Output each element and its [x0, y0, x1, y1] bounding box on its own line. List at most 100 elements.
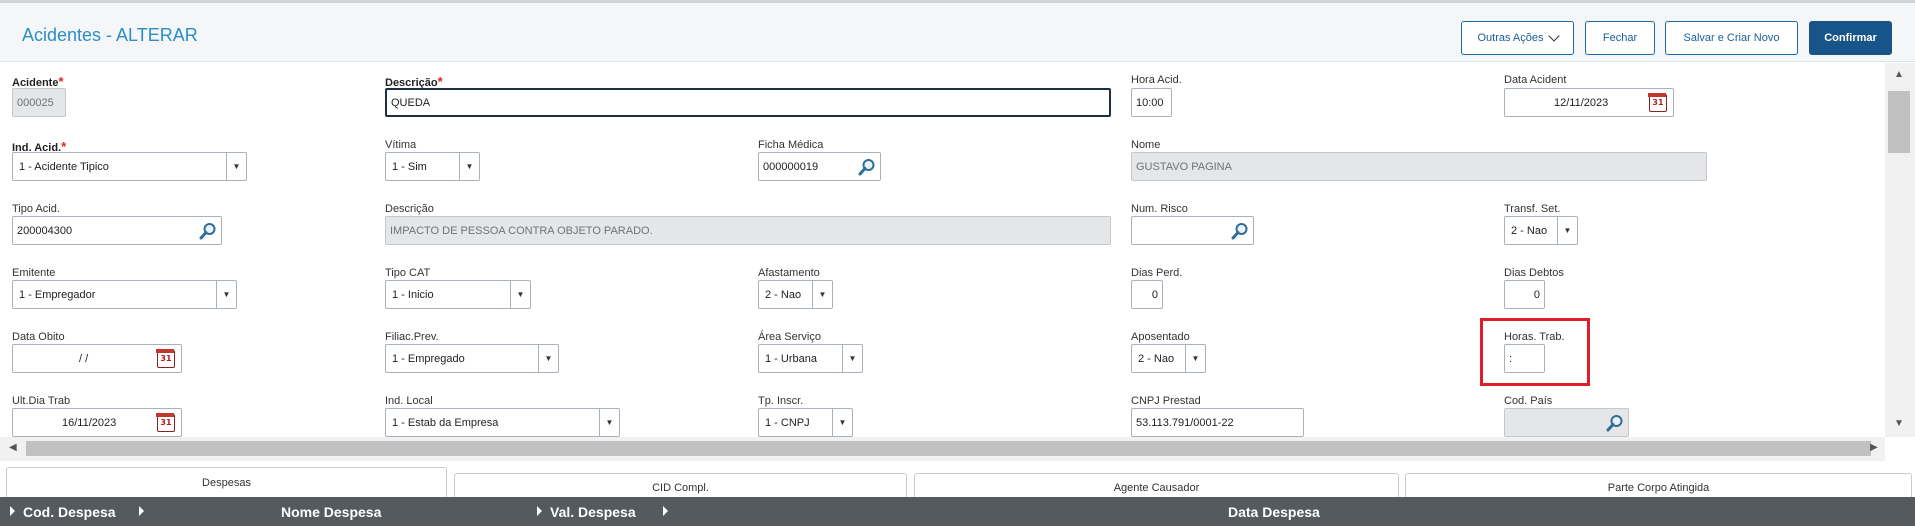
aposentado-value: 2 - Nao: [1138, 352, 1175, 365]
chevron-down-icon[interactable]: ▼: [1185, 345, 1205, 372]
nome-field[interactable]: GUSTAVO PAGINA: [1131, 152, 1707, 181]
search-icon[interactable]: [858, 158, 876, 176]
column-separator-icon: [663, 506, 668, 516]
transf-set-select[interactable]: 2 - Nao ▼: [1504, 216, 1578, 245]
filiac-prev-value: 1 - Empregado: [392, 352, 465, 365]
chevron-down-icon: [1547, 30, 1560, 42]
num-risco-field[interactable]: [1131, 216, 1254, 245]
area-servico-select[interactable]: 1 - Urbana ▼: [758, 344, 863, 373]
scroll-up-icon[interactable]: ▲: [1894, 69, 1904, 80]
transf-set-label: Transf. Set.: [1504, 203, 1561, 215]
dias-perd-field[interactable]: 0: [1131, 280, 1163, 309]
afastamento-value: 2 - Nao: [765, 288, 802, 301]
horizontal-scrollbar[interactable]: ◀ ▶: [0, 437, 1885, 461]
calendar-icon[interactable]: 31: [156, 413, 175, 432]
ult-dia-trab-label: Ult.Dia Trab: [12, 395, 71, 407]
aposentado-select[interactable]: 2 - Nao ▼: [1131, 344, 1206, 373]
area-servico-label: Área Serviço: [758, 331, 821, 343]
vitima-select[interactable]: 1 - Sim ▼: [385, 152, 480, 181]
acidente-label: Acidente*: [12, 74, 64, 89]
col-val-despesa[interactable]: Val. Despesa: [550, 497, 636, 526]
chevron-down-icon[interactable]: ▼: [832, 409, 852, 436]
calendar-icon[interactable]: 31: [156, 349, 175, 368]
grid-header: Cod. Despesa Nome Despesa Val. Despesa D…: [0, 497, 1915, 526]
search-icon[interactable]: [199, 222, 217, 240]
cod-pais-label: Cod. País: [1504, 395, 1553, 407]
transf-set-value: 2 - Nao: [1511, 224, 1548, 237]
chevron-down-icon[interactable]: ▼: [538, 345, 558, 372]
afastamento-label: Afastamento: [758, 267, 820, 279]
ind-acid-value: 1 - Acidente Tipico: [19, 160, 109, 173]
aposentado-label: Aposentado: [1131, 331, 1190, 343]
num-risco-label: Num. Risco: [1131, 203, 1188, 215]
ind-local-value: 1 - Estab da Empresa: [392, 416, 499, 429]
column-separator-icon: [139, 506, 144, 516]
other-actions-button[interactable]: Outras Ações: [1461, 21, 1574, 55]
other-actions-label: Outras Ações: [1477, 32, 1544, 44]
col-nome-despesa[interactable]: Nome Despesa: [281, 497, 381, 526]
chevron-down-icon[interactable]: ▼: [599, 409, 619, 436]
tp-inscr-value: 1 - CNPJ: [765, 416, 810, 429]
form-area: Acidente* 000025 Descrição* QUEDA Hora A…: [0, 63, 1885, 437]
dias-debtos-field[interactable]: 0: [1504, 280, 1545, 309]
tipo-acid-field[interactable]: 200004300: [12, 216, 222, 245]
ind-local-select[interactable]: 1 - Estab da Empresa ▼: [385, 408, 620, 437]
tipo-cat-select[interactable]: 1 - Inicio ▼: [385, 280, 531, 309]
tp-inscr-label: Tp. Inscr.: [758, 395, 804, 407]
tab-bar: Despesas CID Compl. Agente Causador Part…: [0, 461, 1915, 501]
chevron-down-icon[interactable]: ▼: [226, 153, 246, 180]
descricao2-label: Descrição: [385, 203, 434, 215]
ind-acid-select[interactable]: 1 - Acidente Tipico ▼: [12, 152, 247, 181]
scroll-down-icon[interactable]: ▼: [1894, 418, 1904, 429]
confirm-button[interactable]: Confirmar: [1809, 21, 1892, 55]
ficha-medica-field[interactable]: 000000019: [758, 152, 881, 181]
tipo-acid-label: Tipo Acid.: [12, 203, 60, 215]
emitente-label: Emitente: [12, 267, 56, 279]
scroll-right-icon[interactable]: ▶: [1870, 442, 1878, 453]
tp-inscr-select[interactable]: 1 - CNPJ ▼: [758, 408, 853, 437]
acidente-field[interactable]: 000025: [12, 88, 66, 117]
cnpj-prestad-label: CNPJ Prestad: [1131, 395, 1201, 407]
vitima-value: 1 - Sim: [392, 160, 427, 173]
cod-pais-field[interactable]: [1504, 408, 1629, 437]
close-button[interactable]: Fechar: [1585, 21, 1655, 55]
vertical-scrollbar[interactable]: ▲ ▼: [1885, 63, 1915, 437]
vitima-label: Vítima: [385, 139, 417, 151]
chevron-down-icon[interactable]: ▼: [1557, 217, 1577, 244]
chevron-down-icon[interactable]: ▼: [812, 281, 832, 308]
chevron-down-icon[interactable]: ▼: [459, 153, 479, 180]
dias-debtos-label: Dias Debtos: [1504, 267, 1564, 279]
search-icon[interactable]: [1606, 414, 1624, 432]
nome-label: Nome: [1131, 139, 1161, 151]
ult-dia-trab-field[interactable]: 16/11/2023 31: [12, 408, 182, 437]
tab-despesas[interactable]: Despesas: [6, 467, 447, 498]
vertical-scroll-thumb[interactable]: [1888, 91, 1910, 153]
page-header: Acidentes - ALTERAR Outras Ações Fechar …: [0, 3, 1915, 62]
highlight-box: [1480, 318, 1590, 386]
chevron-down-icon[interactable]: ▼: [216, 281, 236, 308]
emitente-select[interactable]: 1 - Empregador ▼: [12, 280, 237, 309]
hora-acid-field[interactable]: 10:00: [1131, 88, 1172, 117]
data-acident-field[interactable]: 12/11/2023 31: [1504, 88, 1674, 117]
calendar-icon[interactable]: 31: [1648, 93, 1667, 112]
data-acident-label: Data Acident: [1504, 74, 1567, 86]
data-obito-field[interactable]: / / 31: [12, 344, 182, 373]
col-data-despesa[interactable]: Data Despesa: [1228, 497, 1320, 526]
horizontal-scroll-thumb[interactable]: [26, 441, 1871, 456]
cnpj-prestad-field[interactable]: 53.113.791/0001-22: [1131, 408, 1304, 437]
afastamento-select[interactable]: 2 - Nao ▼: [758, 280, 833, 309]
hora-acid-label: Hora Acid.: [1131, 74, 1182, 86]
filiac-prev-label: Filiac.Prev.: [385, 331, 439, 343]
col-cod-despesa[interactable]: Cod. Despesa: [23, 497, 116, 526]
filiac-prev-select[interactable]: 1 - Empregado ▼: [385, 344, 559, 373]
emitente-value: 1 - Empregador: [19, 288, 96, 301]
tipo-cat-value: 1 - Inicio: [392, 288, 434, 301]
column-separator-icon: [537, 506, 542, 516]
scroll-left-icon[interactable]: ◀: [9, 442, 17, 453]
chevron-down-icon[interactable]: ▼: [510, 281, 530, 308]
descricao-field[interactable]: QUEDA: [385, 88, 1111, 117]
search-icon[interactable]: [1231, 222, 1249, 240]
save-and-new-button[interactable]: Salvar e Criar Novo: [1665, 21, 1798, 55]
descricao2-field[interactable]: IMPACTO DE PESSOA CONTRA OBJETO PARADO.: [385, 216, 1111, 245]
chevron-down-icon[interactable]: ▼: [842, 345, 862, 372]
